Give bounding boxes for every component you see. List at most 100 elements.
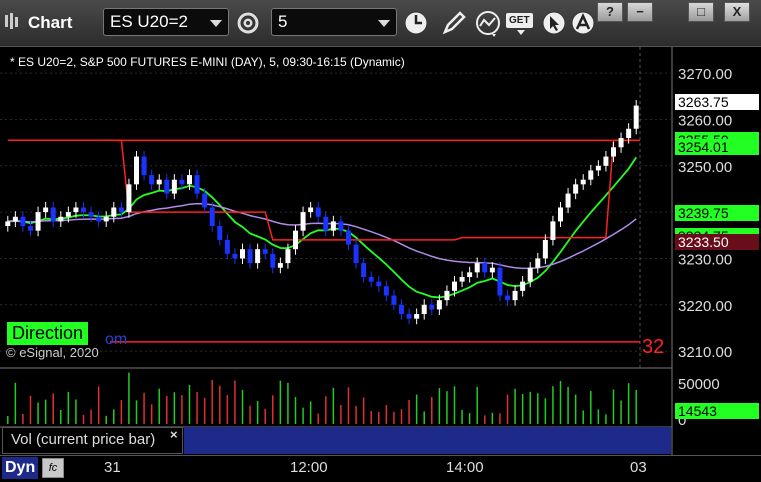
candle-body xyxy=(361,263,367,277)
candle-body xyxy=(43,207,49,213)
y-tick-label: 3230.00 xyxy=(678,251,732,268)
candle-body xyxy=(96,216,102,222)
price-tag: 3254.01 xyxy=(675,139,759,156)
alert-icon[interactable] xyxy=(569,9,597,37)
candle-body xyxy=(202,193,208,208)
candle-body xyxy=(550,221,556,240)
cursor-icon[interactable] xyxy=(540,9,568,37)
clock-icon[interactable] xyxy=(402,9,430,37)
app-title-text: Chart xyxy=(28,13,73,32)
candle-body xyxy=(512,290,518,301)
study-icon[interactable] xyxy=(474,9,502,37)
candle-body xyxy=(330,221,336,231)
dyn-label: Dyn xyxy=(5,459,36,476)
fx-button[interactable]: fc xyxy=(42,458,64,478)
candle-body xyxy=(452,281,457,291)
x-tick-label: 03 xyxy=(630,459,647,476)
maximize-button[interactable]: □ xyxy=(688,2,714,22)
volume-close-button[interactable]: × xyxy=(170,427,178,442)
dyn-button[interactable]: Dyn xyxy=(2,457,38,479)
candle-body xyxy=(383,286,389,296)
candle-body xyxy=(118,207,124,213)
copyright: © eSignal, 2020 xyxy=(6,345,99,360)
candle-body xyxy=(573,184,579,194)
maximize-label: □ xyxy=(697,4,705,19)
candle-body xyxy=(194,175,200,194)
candle-body xyxy=(217,226,223,240)
candle-body xyxy=(323,216,329,231)
candle-body xyxy=(444,290,450,301)
candle-body xyxy=(338,221,344,231)
volume-panel-bar xyxy=(184,427,671,454)
candle-body xyxy=(88,212,94,217)
volume-tag: 14543 xyxy=(675,403,759,419)
chart-app-icon xyxy=(5,13,18,29)
candle-body xyxy=(421,304,427,315)
candle-body xyxy=(224,239,230,254)
candle-body xyxy=(255,249,261,264)
candle-body xyxy=(520,281,526,291)
price-chart[interactable]: 3270.003260.003250.003240.003230.003220.… xyxy=(0,47,761,481)
x-tick-label: 14:00 xyxy=(446,459,484,476)
candle-body xyxy=(633,105,639,129)
candle-body xyxy=(103,216,109,222)
candle-body xyxy=(467,272,473,277)
candle-body xyxy=(429,304,435,310)
symbol-value: ES U20=2 xyxy=(110,12,188,31)
candle-body xyxy=(436,300,442,310)
interval-combo[interactable]: 5 xyxy=(271,8,397,36)
candle-body xyxy=(187,175,192,185)
candle-body xyxy=(240,249,245,259)
candle-body xyxy=(12,216,18,222)
candle-body xyxy=(414,314,420,319)
candle-body xyxy=(149,175,155,185)
candle-body xyxy=(368,276,374,282)
candle-body xyxy=(611,147,616,157)
price-tag: 3239.75 xyxy=(675,205,759,222)
candle-body xyxy=(65,212,71,217)
y-tick-label: 3220.00 xyxy=(678,298,732,315)
close-button[interactable]: X xyxy=(724,2,750,22)
candle-body xyxy=(482,263,488,273)
candle-body xyxy=(527,267,533,282)
candle-body xyxy=(50,207,56,222)
minimize-label: − xyxy=(636,4,644,19)
candle-body xyxy=(285,249,291,264)
pencil-icon[interactable] xyxy=(440,9,468,37)
candle-body xyxy=(5,221,11,227)
candle-body xyxy=(171,179,177,194)
volume-tick-label: 50000 xyxy=(678,376,720,393)
candle-body xyxy=(618,138,624,148)
candle-body xyxy=(293,230,298,250)
symbol-combo[interactable]: ES U20=2 xyxy=(103,8,229,36)
y-tick-label: 3250.00 xyxy=(678,159,732,176)
x-tick-label: 31 xyxy=(104,459,121,476)
candle-body xyxy=(406,314,412,319)
candle-body xyxy=(497,267,503,296)
candle-body xyxy=(28,226,33,231)
candle-body xyxy=(134,156,139,185)
candle-body xyxy=(58,216,64,222)
candle-body xyxy=(595,165,601,171)
y-tick-label: 3270.00 xyxy=(678,66,732,83)
candle-body xyxy=(588,170,594,180)
interval-value: 5 xyxy=(278,12,288,31)
candle-body xyxy=(505,295,510,301)
minimize-button[interactable]: − xyxy=(627,2,653,22)
candle-body xyxy=(535,258,541,268)
volume-legend: Vol (current price bar) xyxy=(2,427,183,454)
candle-body xyxy=(232,253,238,259)
candle-body xyxy=(111,207,117,217)
fx-label: fc xyxy=(48,462,58,474)
get-button[interactable]: GET xyxy=(506,9,536,37)
price-tag: 3263.75 xyxy=(675,94,759,111)
help-button[interactable]: ? xyxy=(597,2,623,22)
candle-body xyxy=(580,179,586,185)
candle-body xyxy=(459,276,465,282)
partial-text: om xyxy=(105,331,128,348)
candle-body xyxy=(270,253,276,268)
candle-body xyxy=(156,179,162,185)
gear-icon[interactable] xyxy=(234,9,262,37)
candle-body xyxy=(81,207,86,213)
chevron-down-icon xyxy=(210,20,222,27)
